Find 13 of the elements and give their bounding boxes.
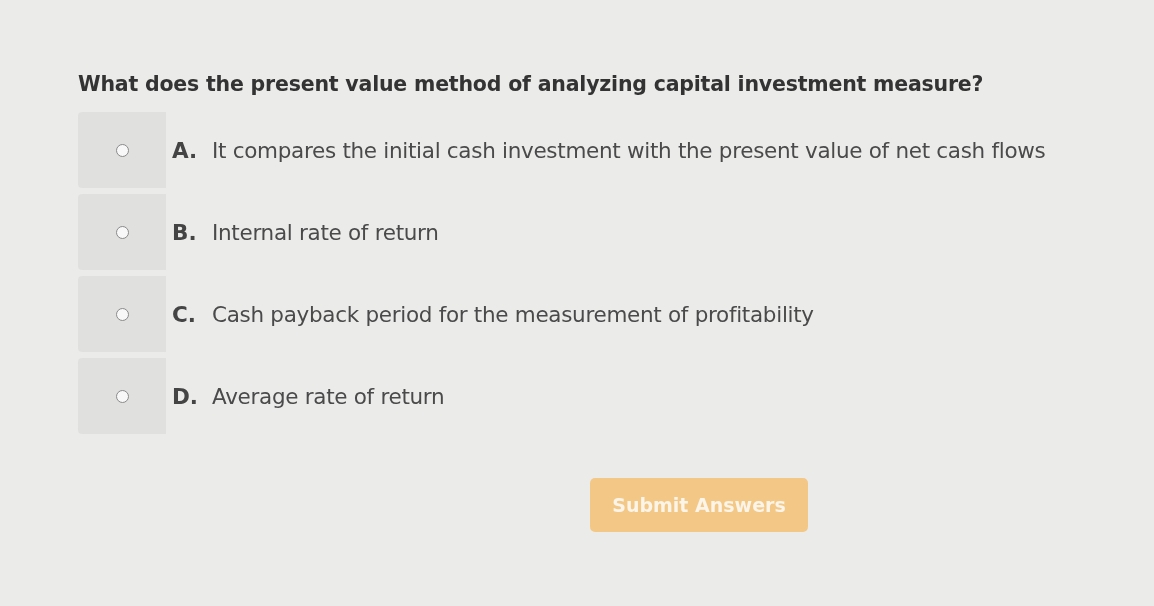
radio-button[interactable] [115,307,129,321]
option-text[interactable]: It compares the initial cash investment with the present value of net cash flows [212,137,1046,163]
option-text[interactable]: Average rate of return [212,383,445,409]
radio-button[interactable] [115,143,129,157]
option-letter: D. [172,383,199,409]
option-letter: B. [172,219,198,245]
option-text[interactable]: Internal rate of return [212,219,439,245]
question-text: What does the present value method of analyzing capital investment measure? [78,72,984,96]
option-letter: C. [172,301,197,327]
option-letter: A. [172,137,199,163]
option-text[interactable]: Cash payback period for the measurement of profitability [212,301,814,327]
radio-button[interactable] [115,389,129,403]
radio-button[interactable] [115,225,129,239]
